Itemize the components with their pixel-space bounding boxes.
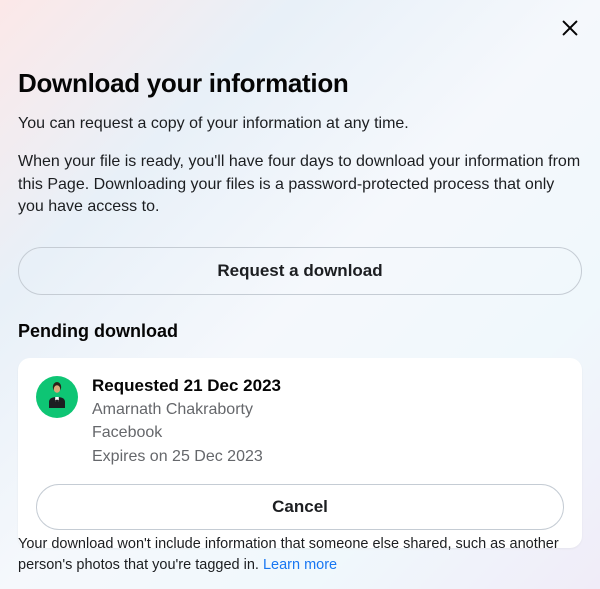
card-info: Requested 21 Dec 2023 Amarnath Chakrabor… [92, 374, 281, 468]
pending-download-card: Requested 21 Dec 2023 Amarnath Chakrabor… [18, 358, 582, 548]
user-name: Amarnath Chakraborty [92, 398, 281, 421]
page-description: When your file is ready, you'll have fou… [18, 151, 582, 218]
learn-more-link[interactable]: Learn more [263, 557, 337, 573]
platform-name: Facebook [92, 421, 281, 444]
avatar [36, 376, 78, 418]
expires-date: Expires on 25 Dec 2023 [92, 445, 281, 468]
close-icon [559, 17, 581, 44]
page-title: Download your information [18, 68, 582, 99]
request-download-button[interactable]: Request a download [18, 247, 582, 295]
footer-note: Your download won't include information … [18, 534, 582, 575]
close-button[interactable] [558, 18, 582, 42]
cancel-button[interactable]: Cancel [36, 484, 564, 530]
card-header-row: Requested 21 Dec 2023 Amarnath Chakrabor… [36, 374, 564, 468]
person-icon [46, 380, 68, 413]
pending-section-title: Pending download [18, 321, 582, 342]
main-content: Download your information You can reques… [0, 0, 600, 548]
requested-date: Requested 21 Dec 2023 [92, 374, 281, 399]
page-subtitle: You can request a copy of your informati… [18, 113, 582, 135]
